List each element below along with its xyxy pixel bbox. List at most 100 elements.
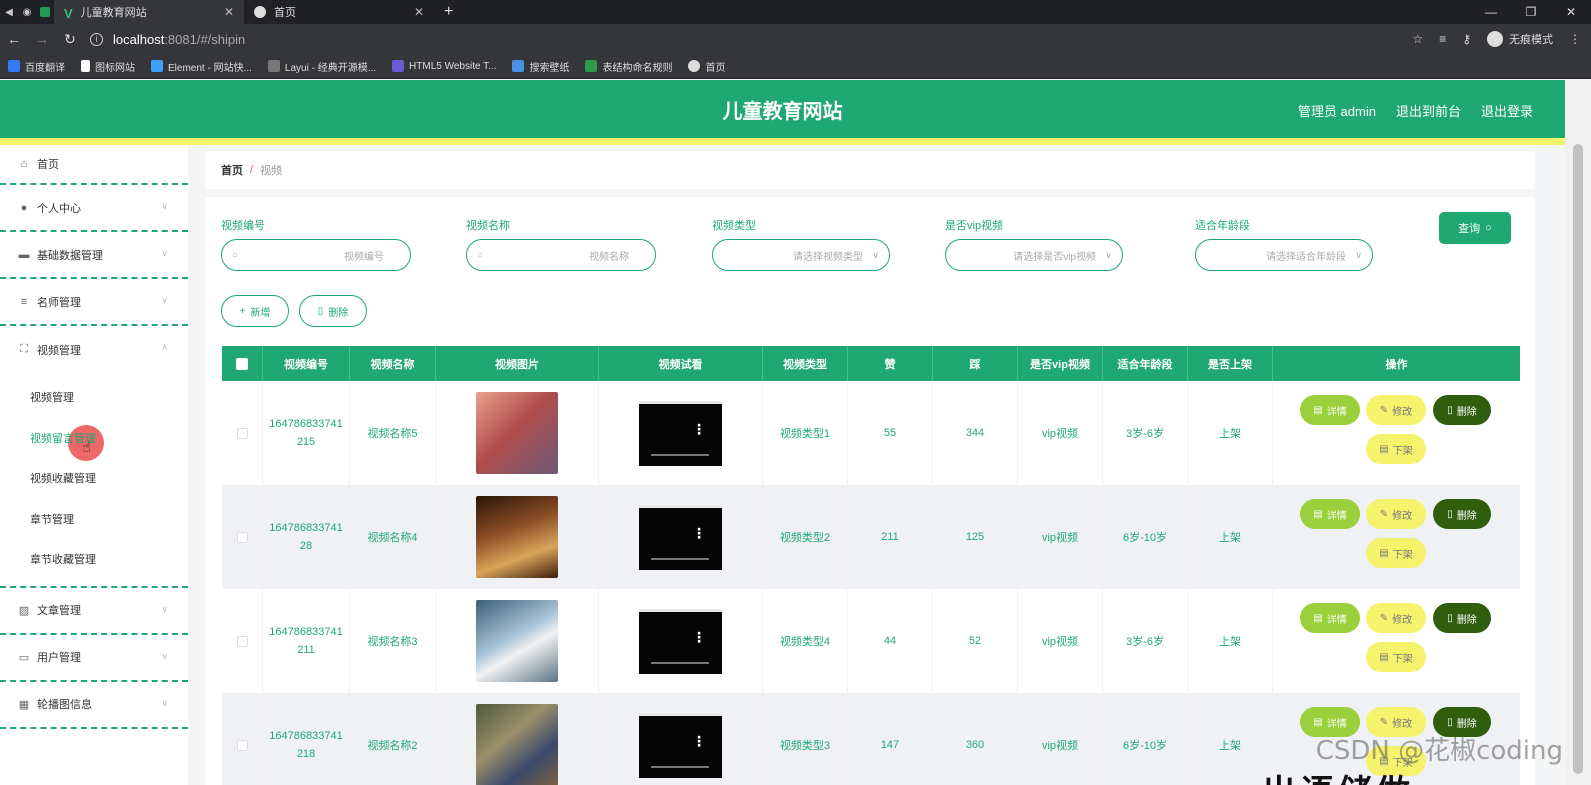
video-player[interactable]: ⋮: [639, 712, 722, 778]
logout-link[interactable]: 退出登录: [1481, 101, 1533, 120]
reload-icon[interactable]: ↻: [56, 24, 84, 54]
app-header: 儿童教育网站 管理员 admin 退出到前台 退出登录: [0, 80, 1565, 138]
more-options-icon[interactable]: ⋮: [692, 526, 706, 540]
tab-title: 首页: [274, 7, 296, 19]
incognito-badge[interactable]: 无痕模式: [1487, 31, 1553, 47]
video-thumbnail[interactable]: [476, 496, 558, 578]
row-checkbox[interactable]: [236, 531, 248, 543]
bookmark[interactable]: 首页: [688, 59, 725, 74]
edit-icon: ✎: [1379, 508, 1389, 520]
sidebar-item-articles[interactable]: ▨ 文章管理 ∨: [0, 588, 188, 635]
vip-filter: 是否vip视频 请选择是否vip视频 ∨: [945, 217, 1123, 271]
key-icon[interactable]: ⚷: [1462, 32, 1471, 46]
row-delete-button[interactable]: ▯ 删除: [1433, 499, 1491, 529]
vip-select[interactable]: 请选择是否vip视频 ∨: [945, 239, 1123, 271]
sidebar-item-videos[interactable]: ⛶ 视频管理 ∧: [0, 326, 188, 373]
video-thumbnail[interactable]: [476, 392, 558, 474]
submenu-video-comments[interactable]: 视频留言管理 ☝: [0, 418, 188, 461]
bookmark[interactable]: Element - 网站快...: [151, 59, 252, 74]
add-button[interactable]: + 新增: [221, 295, 289, 327]
bookmark[interactable]: HTML5 Website T...: [392, 60, 496, 72]
menu-icon[interactable]: ⋮: [1569, 32, 1581, 46]
sidebar-item-home[interactable]: ⌂ 首页: [0, 145, 188, 185]
query-button[interactable]: 查询 ○: [1439, 212, 1511, 244]
bookmark[interactable]: Layui - 经典开源模...: [267, 59, 376, 74]
column-header: 是否vip视频: [1018, 346, 1103, 381]
tab-active[interactable]: V 儿童教育网站 ✕: [54, 0, 244, 24]
sidebar-item-basic-data[interactable]: ▬ 基础数据管理 ∨: [0, 232, 188, 279]
chevron-down-icon: ∨: [1105, 249, 1112, 260]
chevron-down-icon: ∨: [161, 697, 168, 708]
reading-list-icon[interactable]: ≡: [1439, 32, 1446, 46]
sidebar-item-teachers[interactable]: ≡ 名师管理 ∨: [0, 279, 188, 326]
tab-home[interactable]: 首页 ✕: [244, 0, 434, 24]
row-checkbox[interactable]: [236, 739, 248, 751]
sidebar-item-users[interactable]: ▭ 用户管理 ∨: [0, 635, 188, 682]
back-to-front-link[interactable]: 退出到前台: [1396, 101, 1461, 120]
forward-icon[interactable]: →: [28, 24, 56, 54]
row-delete-button[interactable]: ▯ 删除: [1433, 603, 1491, 633]
video-type-select[interactable]: 请选择视频类型 ∨: [712, 239, 890, 271]
video-type-cell: 视频类型2: [763, 485, 848, 589]
restore-icon[interactable]: ❐: [1511, 0, 1551, 24]
submenu-video-favorites[interactable]: 视频收藏管理: [0, 458, 188, 499]
video-player[interactable]: ⋮: [639, 400, 722, 466]
edit-button[interactable]: ✎ 修改: [1366, 395, 1426, 425]
edit-button[interactable]: ✎ 修改: [1366, 499, 1426, 529]
globe-icon[interactable]: ◉: [18, 0, 36, 24]
table-row: 164786833741211 视频名称3 ⋮ 视频类型4 44 52 vip视…: [222, 589, 1520, 693]
row-checkbox[interactable]: [236, 635, 248, 647]
detail-button[interactable]: ▤ 详情: [1300, 395, 1360, 425]
video-thumbnail[interactable]: [476, 600, 558, 682]
more-options-icon[interactable]: ⋮: [692, 734, 706, 748]
page-scrollbar[interactable]: [1565, 80, 1591, 785]
progress-bar[interactable]: [651, 765, 709, 768]
window-close-icon[interactable]: ✕: [1551, 0, 1591, 24]
new-tab-icon[interactable]: +: [434, 3, 463, 21]
sidebar-item-carousel[interactable]: ▦ 轮播图信息 ∨: [0, 682, 188, 729]
row-checkbox[interactable]: [236, 427, 248, 439]
close-icon[interactable]: ✕: [224, 5, 234, 19]
more-options-icon[interactable]: ⋮: [692, 422, 706, 436]
breadcrumb-home[interactable]: 首页: [221, 162, 243, 178]
video-id-input[interactable]: ○ 视频编号: [221, 239, 411, 271]
submenu-chapters[interactable]: 章节管理: [0, 499, 188, 540]
bookmark[interactable]: 搜索壁纸: [512, 59, 569, 74]
select-all-checkbox[interactable]: [236, 357, 248, 370]
video-thumbnail[interactable]: [476, 704, 558, 785]
progress-bar[interactable]: [651, 557, 709, 560]
sheet-icon[interactable]: [36, 0, 54, 24]
video-player[interactable]: ⋮: [639, 608, 722, 674]
age-select[interactable]: 请选择适合年龄段 ∨: [1195, 239, 1373, 271]
progress-bar[interactable]: [651, 661, 709, 664]
detail-button[interactable]: ▤ 详情: [1300, 499, 1360, 529]
bookmark[interactable]: 表结构命名规则: [585, 59, 672, 74]
minimize-icon[interactable]: —: [1471, 0, 1511, 24]
edit-button[interactable]: ✎ 修改: [1366, 603, 1426, 633]
scrollbar-thumb[interactable]: [1573, 144, 1583, 774]
progress-bar[interactable]: [651, 453, 709, 456]
submenu-chapter-favorites[interactable]: 章节收藏管理: [0, 539, 188, 580]
url-field[interactable]: i localhost:8081/#/shipin: [90, 32, 245, 47]
bookmark-icon: [81, 60, 90, 72]
submenu-video-manage[interactable]: 视频管理: [0, 377, 188, 418]
offshelf-button[interactable]: ▤ 下架: [1366, 642, 1426, 672]
video-name-input[interactable]: ○ 视频名称: [466, 239, 656, 271]
delete-button[interactable]: ▯ 删除: [299, 295, 367, 327]
sidebar-item-profile[interactable]: ● 个人中心 ∨: [0, 185, 188, 232]
close-icon[interactable]: ✕: [414, 5, 424, 19]
offshelf-button[interactable]: ▤ 下架: [1366, 538, 1426, 568]
video-player[interactable]: ⋮: [639, 504, 722, 570]
tab-audio-icon[interactable]: ◀: [0, 0, 18, 24]
chevron-down-icon: ∨: [161, 650, 168, 661]
info-icon[interactable]: i: [90, 32, 103, 46]
detail-button[interactable]: ▤ 详情: [1300, 603, 1360, 633]
user-icon: ●: [20, 201, 28, 214]
more-options-icon[interactable]: ⋮: [692, 630, 706, 644]
row-delete-button[interactable]: ▯ 删除: [1433, 395, 1491, 425]
back-icon[interactable]: ←: [0, 24, 28, 54]
bookmark[interactable]: 图标网站: [81, 59, 135, 74]
star-icon[interactable]: ☆: [1412, 32, 1423, 46]
offshelf-button[interactable]: ▤ 下架: [1366, 434, 1426, 464]
bookmark[interactable]: 百度翻译: [8, 59, 65, 74]
